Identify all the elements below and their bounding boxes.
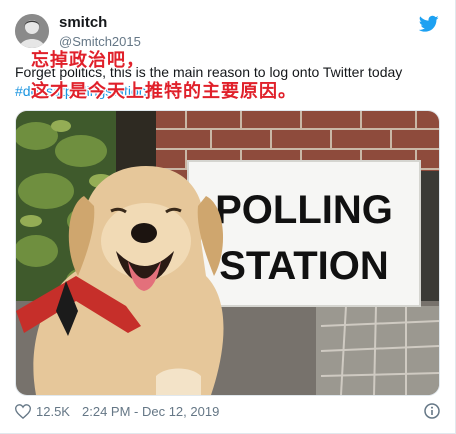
twitter-bird-icon[interactable] <box>418 15 439 33</box>
author-display-name[interactable]: smitch <box>59 14 107 31</box>
tweet-card: smitch @Smitch2015 Forget politics, this… <box>0 0 456 434</box>
overlay-caption-line1: 忘掉政治吧， <box>31 50 145 71</box>
like-count[interactable]: 12.5K <box>36 404 70 419</box>
heart-icon[interactable] <box>14 404 32 420</box>
info-icon[interactable] <box>424 403 440 419</box>
sign-text-line1: POLLING <box>215 188 393 232</box>
avatar[interactable] <box>15 14 49 48</box>
overlay-caption-line2: 这才是今天上推特的主要原因。 <box>31 81 297 102</box>
tweet-footer: 12.5K 2:24 PM - Dec 12, 2019 <box>14 403 440 423</box>
tweet-timestamp[interactable]: 2:24 PM - Dec 12, 2019 <box>82 404 219 419</box>
sign-text-line2: STATION <box>219 244 389 288</box>
tweet-photo[interactable]: POLLING STATION <box>15 110 440 396</box>
